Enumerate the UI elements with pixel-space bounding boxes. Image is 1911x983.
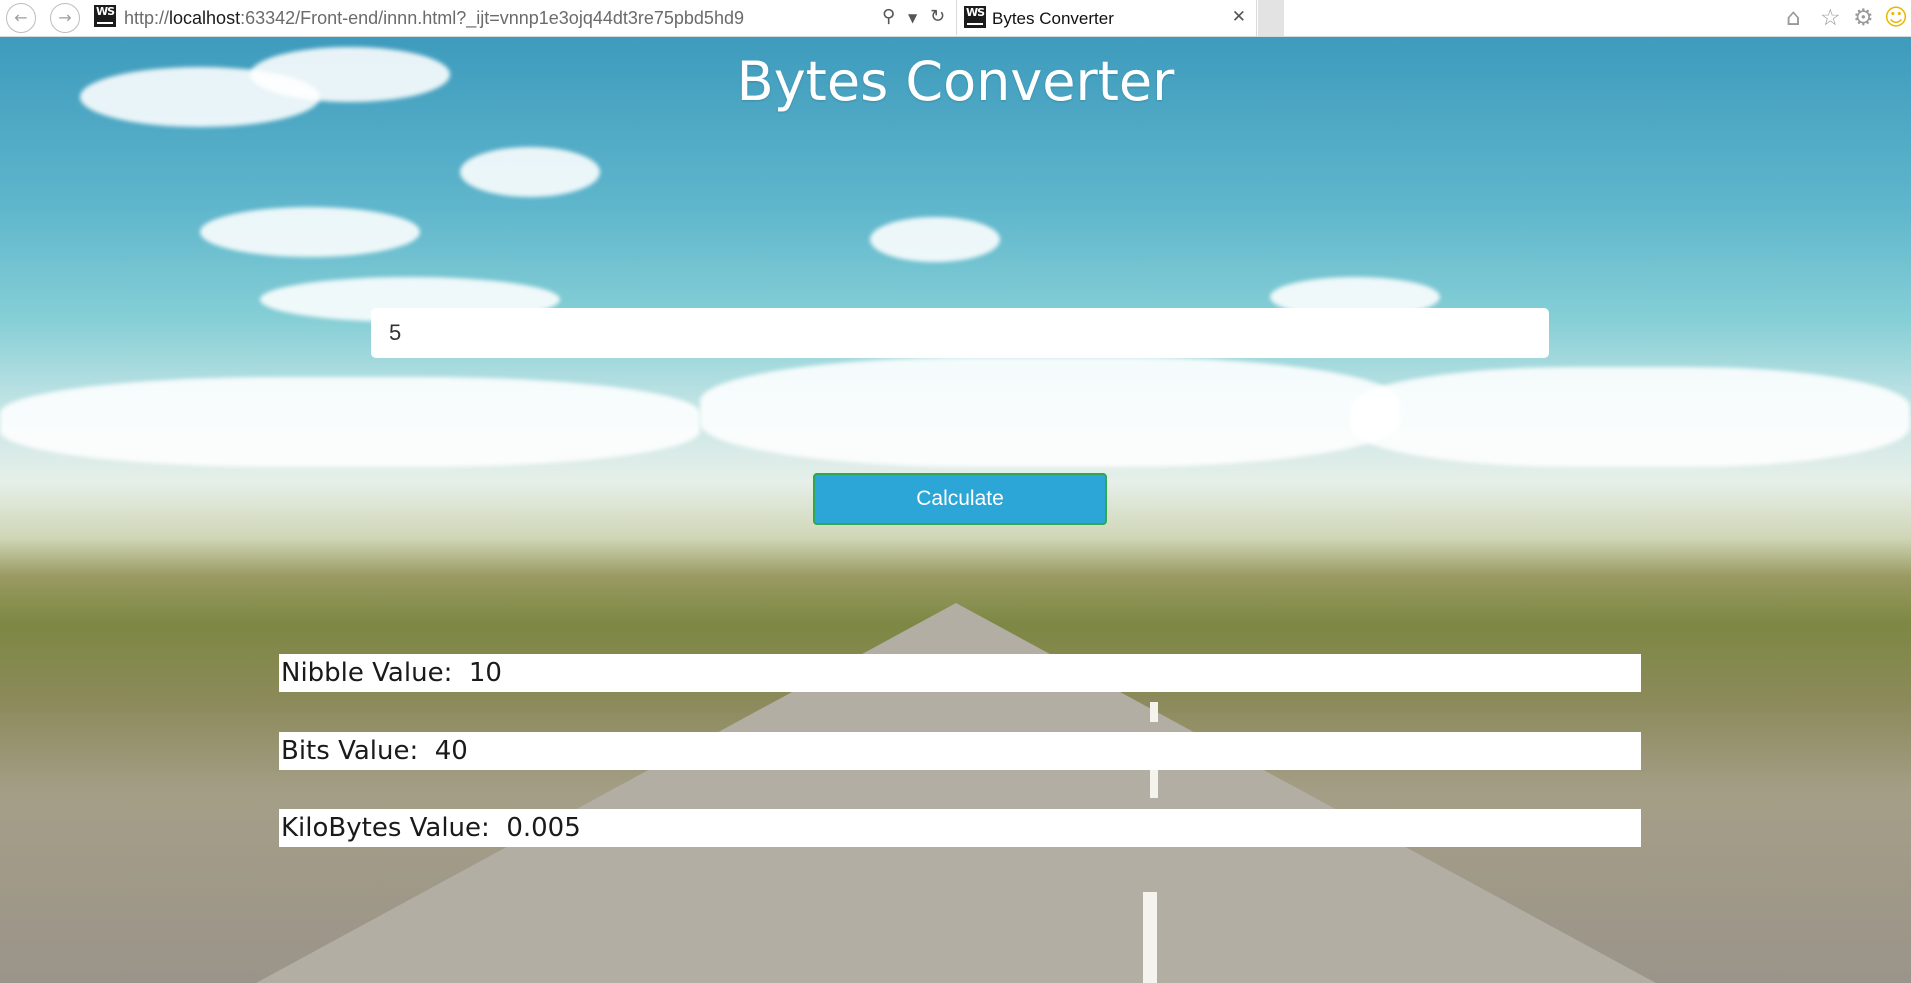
cloud-decoration bbox=[1350, 367, 1910, 467]
cloud-decoration bbox=[460, 147, 600, 197]
result-label: KiloBytes Value: bbox=[281, 813, 490, 843]
refresh-icon[interactable]: ↻ bbox=[930, 6, 945, 27]
road-marking bbox=[1150, 702, 1158, 722]
search-icon[interactable]: ⚲ bbox=[882, 6, 895, 27]
bits-result: Bits Value: 40 bbox=[279, 732, 1641, 770]
result-value: 10 bbox=[468, 658, 502, 688]
road-marking bbox=[1150, 770, 1158, 798]
url-prefix: http:// bbox=[124, 8, 170, 28]
forward-button[interactable]: → bbox=[50, 3, 80, 33]
calculate-button[interactable]: Calculate bbox=[813, 473, 1107, 525]
kilobytes-result: KiloBytes Value: 0.005 bbox=[279, 809, 1641, 847]
chevron-down-icon[interactable]: ▼ bbox=[908, 11, 917, 25]
page-title: Bytes Converter bbox=[736, 50, 1175, 113]
close-icon[interactable]: ✕ bbox=[1232, 7, 1246, 27]
cloud-decoration bbox=[0, 377, 700, 467]
tab-bytes-converter[interactable]: WS Bytes Converter ✕ bbox=[958, 0, 1257, 36]
url-host: localhost bbox=[169, 8, 241, 28]
url-path: :63342/Front-end/innn.html?_ijt=vnnp1e3o… bbox=[240, 8, 744, 28]
browser-toolbar: ← → WS http://localhost:63342/Front-end/… bbox=[0, 0, 1911, 37]
cloud-decoration bbox=[870, 217, 1000, 262]
gear-icon[interactable]: ⚙ bbox=[1853, 5, 1874, 31]
tab-title: Bytes Converter bbox=[992, 9, 1114, 28]
result-label: Nibble Value: bbox=[281, 658, 453, 688]
home-icon[interactable]: ⌂ bbox=[1786, 5, 1801, 31]
star-icon[interactable]: ☆ bbox=[1820, 5, 1841, 31]
webstorm-icon: WS bbox=[964, 6, 986, 28]
address-url[interactable]: http://localhost:63342/Front-end/innn.ht… bbox=[124, 8, 744, 29]
cloud-decoration bbox=[200, 207, 420, 257]
new-tab-button[interactable] bbox=[1258, 0, 1284, 36]
webstorm-icon: WS bbox=[94, 5, 116, 27]
road-marking bbox=[1143, 892, 1157, 983]
bytes-input[interactable] bbox=[371, 308, 1549, 358]
result-label: Bits Value: bbox=[281, 736, 419, 766]
address-bar[interactable]: WS http://localhost:63342/Front-end/innn… bbox=[90, 0, 957, 35]
smiley-icon[interactable]: ☺ bbox=[1884, 5, 1908, 31]
cloud-decoration bbox=[700, 357, 1400, 467]
nibble-result: Nibble Value: 10 bbox=[279, 654, 1641, 692]
back-button[interactable]: ← bbox=[6, 3, 36, 33]
result-value: 0.005 bbox=[506, 813, 581, 843]
result-value: 40 bbox=[434, 736, 468, 766]
